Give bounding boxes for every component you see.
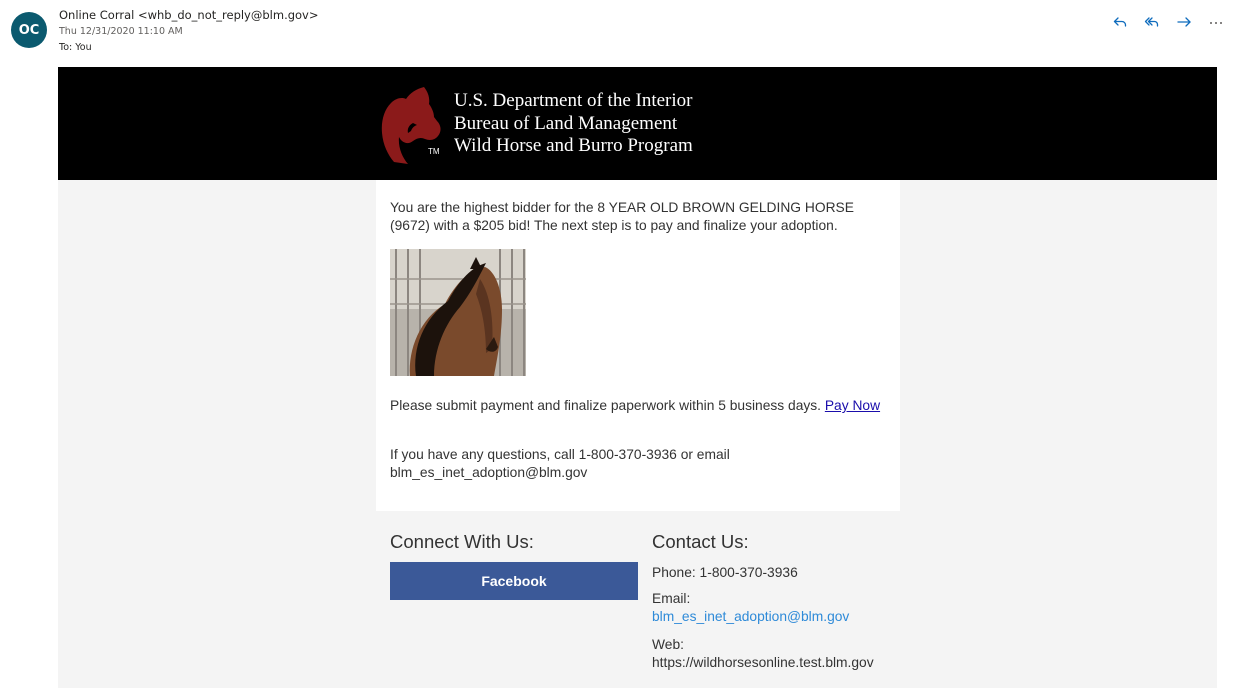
pay-now-link[interactable]: Pay Now	[825, 398, 880, 413]
payment-text: Please submit payment and finalize paper…	[390, 398, 825, 413]
message-actions	[1111, 13, 1225, 31]
horse-photo[interactable]	[390, 249, 526, 376]
contact-web-url[interactable]: https://wildhorsesonline.test.blm.gov	[652, 654, 874, 671]
more-actions-button[interactable]	[1207, 13, 1225, 31]
reply-all-icon	[1144, 17, 1159, 27]
bid-message: You are the highest bidder for the 8 YEA…	[390, 200, 854, 233]
forward-icon	[1177, 17, 1191, 27]
sender-avatar[interactable]: OC	[11, 12, 47, 48]
sent-date: Thu 12/31/2020 11:10 AM	[59, 26, 183, 37]
reply-button[interactable]	[1111, 13, 1129, 31]
questions-text: If you have any questions, call 1-800-37…	[390, 447, 730, 480]
sender-address[interactable]: Online Corral <whb_do_not_reply@blm.gov>	[59, 8, 319, 22]
contact-phone: Phone: 1-800-370-3936	[652, 565, 798, 580]
payment-instructions: Please submit payment and finalize paper…	[390, 397, 890, 415]
forward-button[interactable]	[1175, 13, 1193, 31]
contact-heading: Contact Us:	[652, 531, 749, 552]
more-icon	[1210, 22, 1222, 24]
reply-icon	[1113, 17, 1127, 27]
trademark-mark: TM	[428, 147, 440, 156]
recipient-line: To: You	[59, 42, 92, 53]
email-banner: U.S. Department of the Interior Bureau o…	[58, 67, 1217, 180]
horse-image-icon	[390, 249, 526, 376]
reply-all-button[interactable]	[1143, 13, 1161, 31]
agency-name: U.S. Department of the Interior Bureau o…	[454, 90, 693, 158]
contact-email-link[interactable]: blm_es_inet_adoption@blm.gov	[652, 608, 849, 625]
agency-line-1: U.S. Department of the Interior	[454, 90, 693, 111]
agency-line-3: Wild Horse and Burro Program	[454, 135, 693, 156]
contact-email-label: Email:	[652, 591, 691, 606]
facebook-button[interactable]: Facebook	[390, 562, 638, 600]
connect-heading: Connect With Us:	[390, 531, 534, 552]
contact-web-label: Web:	[652, 637, 684, 652]
agency-line-2: Bureau of Land Management	[454, 112, 678, 134]
